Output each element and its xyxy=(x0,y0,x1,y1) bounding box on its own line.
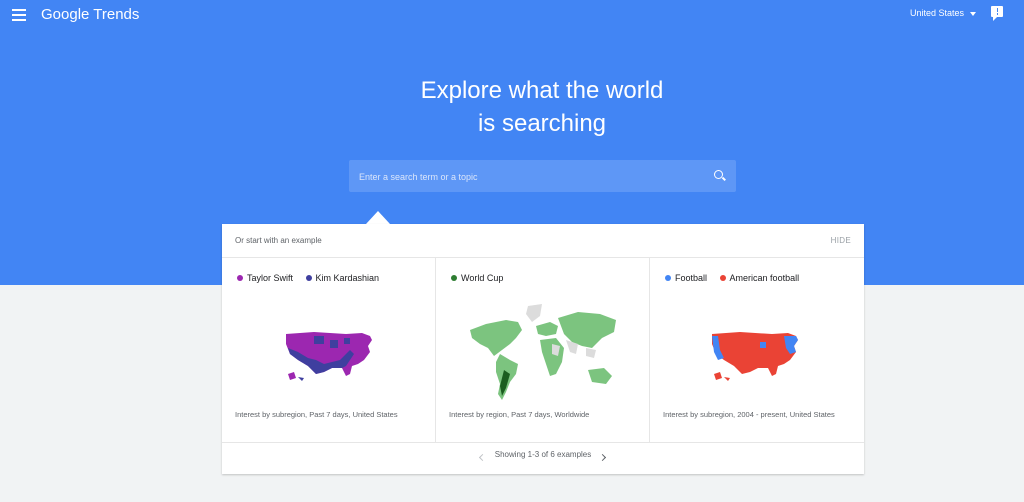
pager-text: Showing 1-3 of 6 examples xyxy=(494,450,592,459)
card-caption: Interest by region, Past 7 days, Worldwi… xyxy=(449,410,590,419)
search-input[interactable] xyxy=(357,168,701,186)
top-bar: Google Trends United States xyxy=(0,0,1024,30)
hide-button[interactable]: HIDE xyxy=(831,236,851,245)
examples-title: Or start with an example xyxy=(235,236,322,245)
legend-item: Kim Kardashian xyxy=(305,273,379,283)
headline-line-2: is searching xyxy=(477,110,607,137)
page-headline: Explore what the world is searching xyxy=(0,74,1024,140)
examples-cards: Taylor Swift Kim Kardashian Interest by … xyxy=(222,257,864,443)
example-card-football-vs-american-football[interactable]: Football American football Interest by s… xyxy=(649,258,863,442)
blue-dot-icon xyxy=(665,275,671,281)
world-map-image xyxy=(470,304,616,400)
card-legend: Football American football xyxy=(665,273,809,283)
menu-icon[interactable] xyxy=(12,7,26,21)
example-card-world-cup[interactable]: World Cup Interest by region, Past 7 day… xyxy=(435,258,649,442)
card-legend: World Cup xyxy=(451,273,513,283)
example-card-taylor-swift-vs-kim-kardashian[interactable]: Taylor Swift Kim Kardashian Interest by … xyxy=(222,258,435,442)
app-logo[interactable]: Google Trends xyxy=(41,6,139,23)
search-box[interactable] xyxy=(349,160,736,192)
legend-item: World Cup xyxy=(451,273,503,283)
green-dot-icon xyxy=(451,275,457,281)
caret-down-icon[interactable] xyxy=(970,12,976,16)
feedback-icon[interactable] xyxy=(991,6,1003,21)
purple-dot-icon xyxy=(237,275,243,281)
country-selector[interactable]: United States xyxy=(910,8,964,18)
legend-item: Football xyxy=(665,273,707,283)
card-caption: Interest by subregion, 2004 - present, U… xyxy=(663,410,835,419)
search-icon[interactable] xyxy=(714,170,723,179)
navy-dot-icon xyxy=(305,275,312,281)
red-dot-icon xyxy=(719,275,726,281)
card-legend: Taylor Swift Kim Kardashian xyxy=(237,273,389,283)
examples-panel: Or start with an example HIDE Taylor Swi… xyxy=(222,224,864,474)
card-caption: Interest by subregion, Past 7 days, Unit… xyxy=(235,410,398,419)
headline-line-1: Explore what the world xyxy=(420,77,664,104)
us-map-image xyxy=(712,332,798,381)
legend-item: American football xyxy=(719,273,799,283)
legend-item: Taylor Swift xyxy=(237,273,293,283)
us-map-image xyxy=(286,332,372,381)
panel-pointer xyxy=(366,211,390,224)
